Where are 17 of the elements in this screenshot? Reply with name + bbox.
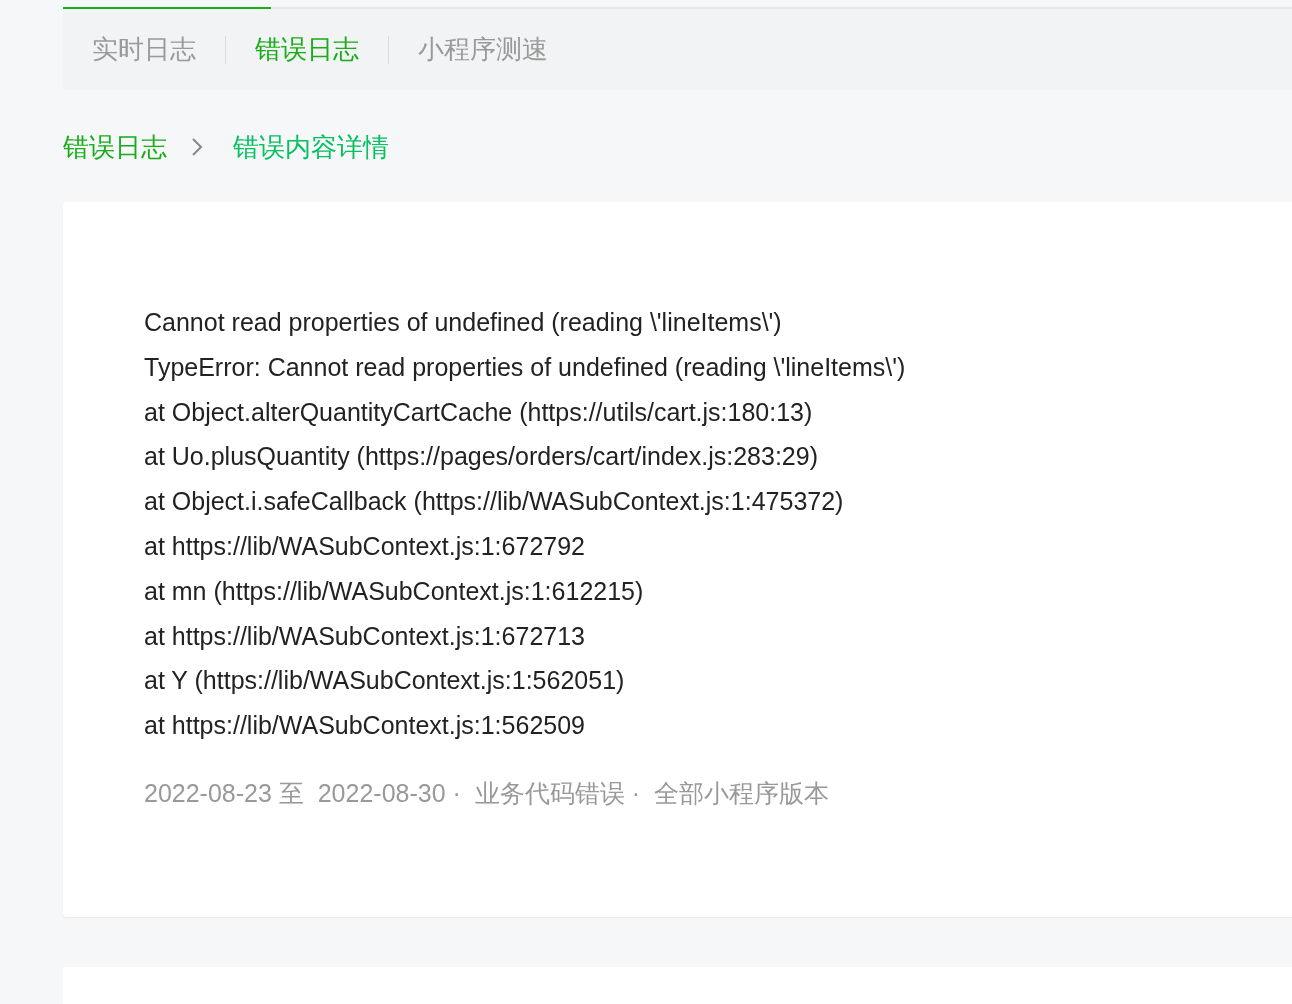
stack-trace-line: at https://lib/WASubContext.js:1:672792: [144, 531, 586, 562]
chevron-right-icon: [191, 137, 203, 157]
breadcrumb-link[interactable]: 错误内容详情: [233, 129, 389, 165]
stack-trace-line: TypeError: Cannot read properties of undefined (reading \'lineItems\'): [144, 351, 907, 383]
stack-trace-line: at Object.alterQuantityCartCache (https://utils/cart.js:180:13): [144, 396, 814, 428]
stack-trace-line: at Uo.plusQuantity (https://pages/orders/cart/index.js:283:29): [144, 441, 819, 473]
stack-trace-line: at https://lib/WASubContext.js:1:672713: [144, 620, 586, 652]
stack-trace-line: at Object.i.safeCallback (https://lib/WASubContext.js:1:475372): [144, 486, 845, 518]
tab[interactable]: 错误日志: [255, 32, 359, 67]
stack-trace-line: at https://lib/WASubContext.js:1:562509: [144, 710, 586, 742]
stack-trace-line: Cannot read properties of undefined (reading \'lineItems\'): [144, 307, 783, 338]
error-meta-text: 2022-08-23 至 2022-08-30 · 业务代码错误 · 全部小程序版本: [144, 777, 830, 809]
tab[interactable]: 实时日志: [92, 32, 196, 67]
stack-trace-line: at mn (https://lib/WASubContext.js:1:612215): [144, 575, 645, 607]
stack-trace-line: at Y (https://lib/WASubContext.js:1:562051): [144, 665, 626, 697]
tab[interactable]: 小程序测速: [418, 32, 548, 67]
breadcrumb-link[interactable]: 错误日志: [63, 129, 167, 165]
